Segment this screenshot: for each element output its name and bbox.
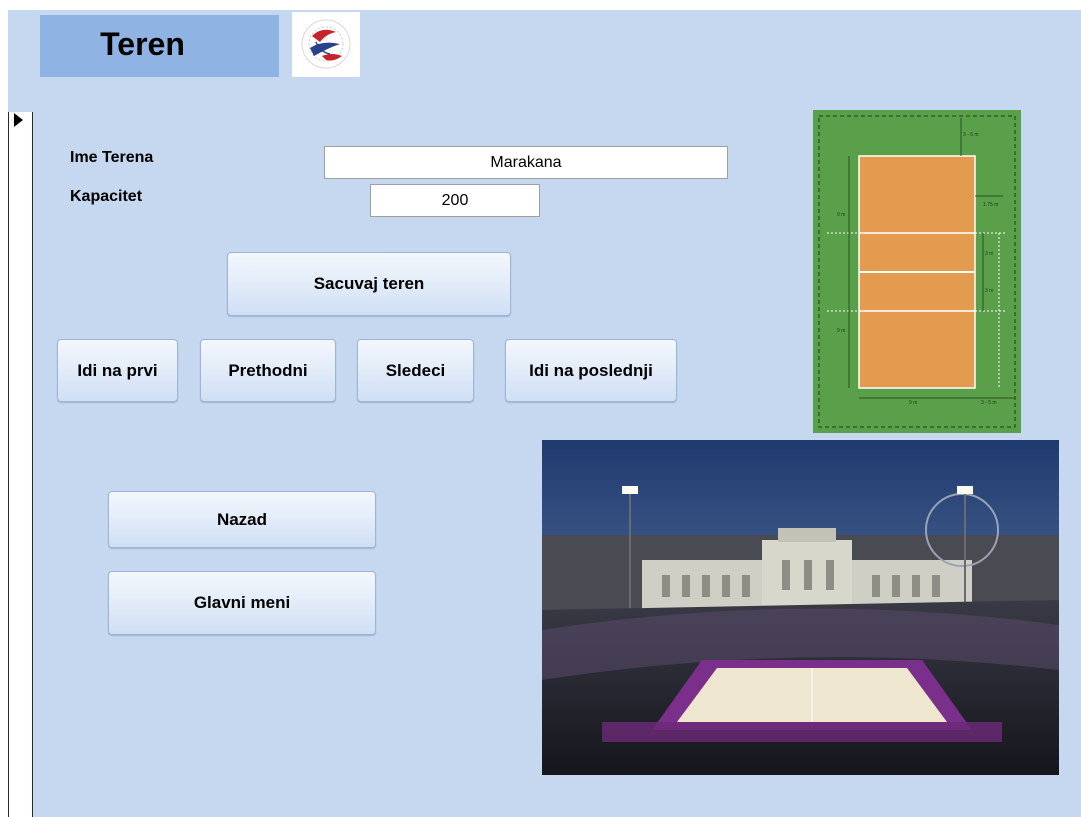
court-diagram-image: 3 - 6 m 1.75 m 3 m 3 m 9 m 9 m 9 m 3 - 5… <box>813 110 1021 433</box>
title-box: Teren <box>40 15 279 77</box>
logo <box>292 12 360 77</box>
save-court-button[interactable]: Sacuvaj teren <box>227 252 511 316</box>
capacity-field[interactable] <box>370 184 540 217</box>
dim-half-length-1: 9 m <box>837 212 845 218</box>
dim-side-zone: 1.75 m <box>983 202 998 208</box>
go-first-button[interactable]: Idi na prvi <box>57 339 178 402</box>
current-record-arrow-icon <box>14 113 23 127</box>
name-label: Ime Terena <box>70 149 154 166</box>
previous-button[interactable]: Prethodni <box>200 339 336 402</box>
stadium-photo <box>542 440 1059 775</box>
go-last-button[interactable]: Idi na poslednji <box>505 339 677 402</box>
dim-half-length-2: 9 m <box>837 328 845 334</box>
dim-attack-zone-1: 3 m <box>985 251 993 257</box>
dim-width: 9 m <box>909 400 917 406</box>
dim-attack-zone-2: 3 m <box>985 288 993 294</box>
main-menu-button[interactable]: Glavni meni <box>108 571 376 635</box>
back-button[interactable]: Nazad <box>108 491 376 548</box>
name-field[interactable] <box>324 146 728 179</box>
capacity-label: Kapacitet <box>70 188 143 205</box>
dim-free-zone-top: 3 - 6 m <box>963 132 979 138</box>
next-button[interactable]: Sledeci <box>357 339 474 402</box>
record-selector[interactable] <box>8 112 33 817</box>
page-title: Teren <box>100 26 185 62</box>
dim-free-zone-side: 3 - 5 m <box>981 400 997 406</box>
